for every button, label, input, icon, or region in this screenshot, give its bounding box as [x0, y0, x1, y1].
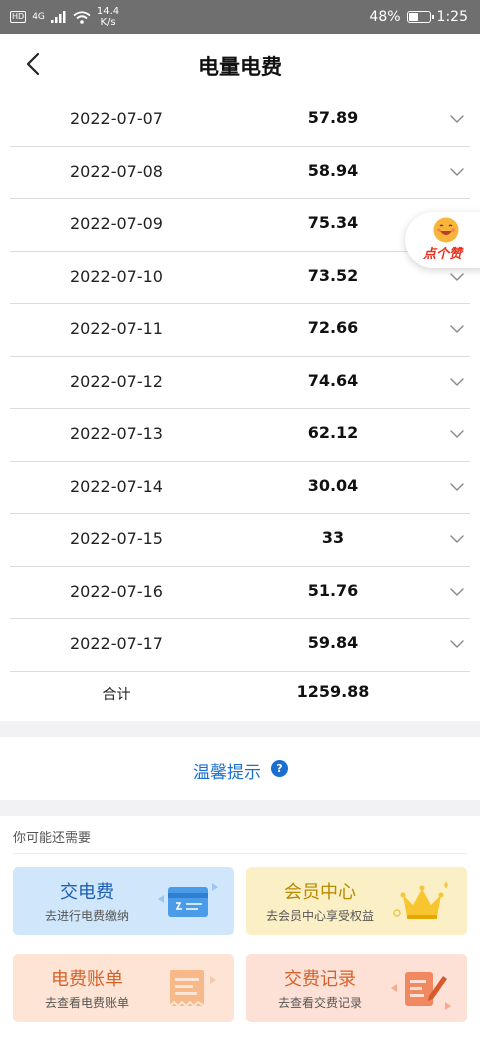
card-title: 电费账单	[51, 969, 123, 990]
network-speed: 14.4 K/s	[97, 6, 119, 28]
chevron-down-icon[interactable]	[450, 375, 464, 389]
table-row[interactable]: 2022-07-16 51.76	[10, 567, 470, 619]
row-value: 74.64	[307, 370, 359, 390]
row-value: 33	[321, 528, 345, 547]
recommend-section: 你可能还需要 交电费 去进行电费缴纳 会员中心 去会员中心享受权益 电费账单 去…	[0, 816, 480, 1040]
row-date: 2022-07-11	[70, 319, 163, 338]
status-bar: HD 4G 14.4 K/s 48% 1:25	[0, 0, 480, 34]
status-left: HD 4G 14.4 K/s	[10, 6, 119, 28]
total-value: 1259.88	[296, 682, 370, 701]
row-value: 30.04	[307, 475, 359, 495]
record-pen-icon	[391, 972, 451, 1010]
chevron-down-icon[interactable]	[450, 585, 464, 599]
total-row: 合计 1259.88	[10, 670, 470, 720]
table-row[interactable]: 2022-07-10 73.52	[10, 252, 470, 304]
wifi-icon	[73, 10, 91, 24]
signal-icon	[50, 11, 66, 23]
row-value: 72.66	[307, 318, 359, 337]
row-date: 2022-07-10	[70, 266, 163, 286]
smiley-face-icon	[433, 217, 459, 243]
clock: 1:25	[436, 9, 468, 25]
network-type: 4G	[32, 12, 45, 22]
table-row[interactable]: 2022-07-08 58.94	[10, 147, 470, 199]
tip-label[interactable]: 温馨提示	[193, 758, 261, 783]
chevron-down-icon[interactable]	[450, 637, 464, 651]
chevron-down-icon[interactable]	[450, 532, 464, 546]
chevron-down-icon[interactable]	[450, 270, 464, 284]
page-title: 电量电费	[198, 55, 282, 79]
hd-badge: HD	[10, 11, 27, 23]
row-date: 2022-07-16	[70, 581, 163, 601]
speed-value: 14.4	[96, 6, 120, 17]
chevron-down-icon[interactable]	[450, 480, 464, 494]
battery-fill	[408, 13, 418, 21]
like-badge[interactable]: 点个赞	[405, 212, 480, 268]
row-date: 2022-07-17	[70, 634, 163, 653]
row-value: 75.34	[307, 213, 359, 232]
table-row[interactable]: 2022-07-09 75.34	[10, 199, 470, 252]
table-row[interactable]: 2022-07-12 74.64	[10, 357, 470, 409]
crown-icon	[393, 881, 448, 919]
table-row[interactable]: 2022-07-17 59.84	[10, 619, 470, 672]
table-row[interactable]: 2022-07-14 30.04	[10, 462, 470, 514]
chevron-down-icon[interactable]	[450, 427, 464, 441]
row-date: 2022-07-07	[70, 109, 163, 128]
table-row[interactable]: 2022-07-13 62.12	[10, 409, 470, 462]
payment-record-card[interactable]: 交费记录 去查看交费记录	[246, 954, 467, 1022]
card-title: 会员中心	[284, 882, 356, 903]
question-icon[interactable]: ?	[271, 760, 288, 777]
row-value: 57.89	[307, 108, 359, 127]
receipt-icon	[169, 970, 216, 1008]
row-date: 2022-07-09	[70, 214, 163, 233]
card-title: 交费记录	[284, 969, 356, 990]
usage-table: 2022-07-07 57.89 2022-07-08 58.94 2022-07-09…	[0, 94, 480, 721]
table-row[interactable]: 2022-07-15 33	[10, 514, 470, 567]
row-value: 73.52	[307, 265, 359, 285]
card-title: 交电费	[60, 882, 114, 903]
card-subtitle: 去会员中心享受权益	[265, 909, 374, 923]
like-label: 点个赞	[423, 247, 463, 262]
card-subtitle: 去进行电费缴纳	[44, 909, 129, 923]
chevron-down-icon[interactable]	[450, 112, 464, 126]
tip-section[interactable]: 温馨提示 ?	[0, 737, 480, 800]
table-row[interactable]: 2022-07-11 72.66	[10, 304, 470, 357]
battery-percent: 48%	[369, 9, 401, 25]
row-value: 51.76	[307, 580, 359, 600]
page-header: 电量电费	[0, 34, 480, 94]
chevron-down-icon[interactable]	[450, 165, 464, 179]
row-date: 2022-07-12	[70, 371, 163, 391]
total-label: 合计	[102, 687, 131, 703]
battery-icon	[406, 11, 434, 23]
row-date: 2022-07-13	[70, 424, 163, 443]
pay-bill-card[interactable]: 交电费 去进行电费缴纳	[13, 867, 234, 935]
status-right: 48% 1:25	[369, 9, 468, 25]
recommend-title: 你可能还需要	[13, 831, 92, 846]
divider	[13, 853, 467, 854]
row-date: 2022-07-15	[70, 529, 163, 548]
row-value: 62.12	[307, 423, 359, 442]
table-row[interactable]: 2022-07-07 57.89	[10, 94, 470, 147]
bill-card[interactable]: 电费账单 去查看电费账单	[13, 954, 234, 1022]
card-subtitle: 去查看电费账单	[44, 996, 129, 1010]
row-date: 2022-07-14	[70, 476, 163, 496]
row-value: 59.84	[307, 633, 359, 652]
card-payment-icon	[158, 883, 218, 917]
chevron-down-icon[interactable]	[450, 322, 464, 336]
row-value: 58.94	[307, 160, 359, 180]
card-subtitle: 去查看交费记录	[277, 996, 362, 1010]
speed-unit: K/s	[100, 17, 116, 28]
member-center-card[interactable]: 会员中心 去会员中心享受权益	[246, 867, 467, 935]
row-date: 2022-07-08	[70, 161, 163, 181]
